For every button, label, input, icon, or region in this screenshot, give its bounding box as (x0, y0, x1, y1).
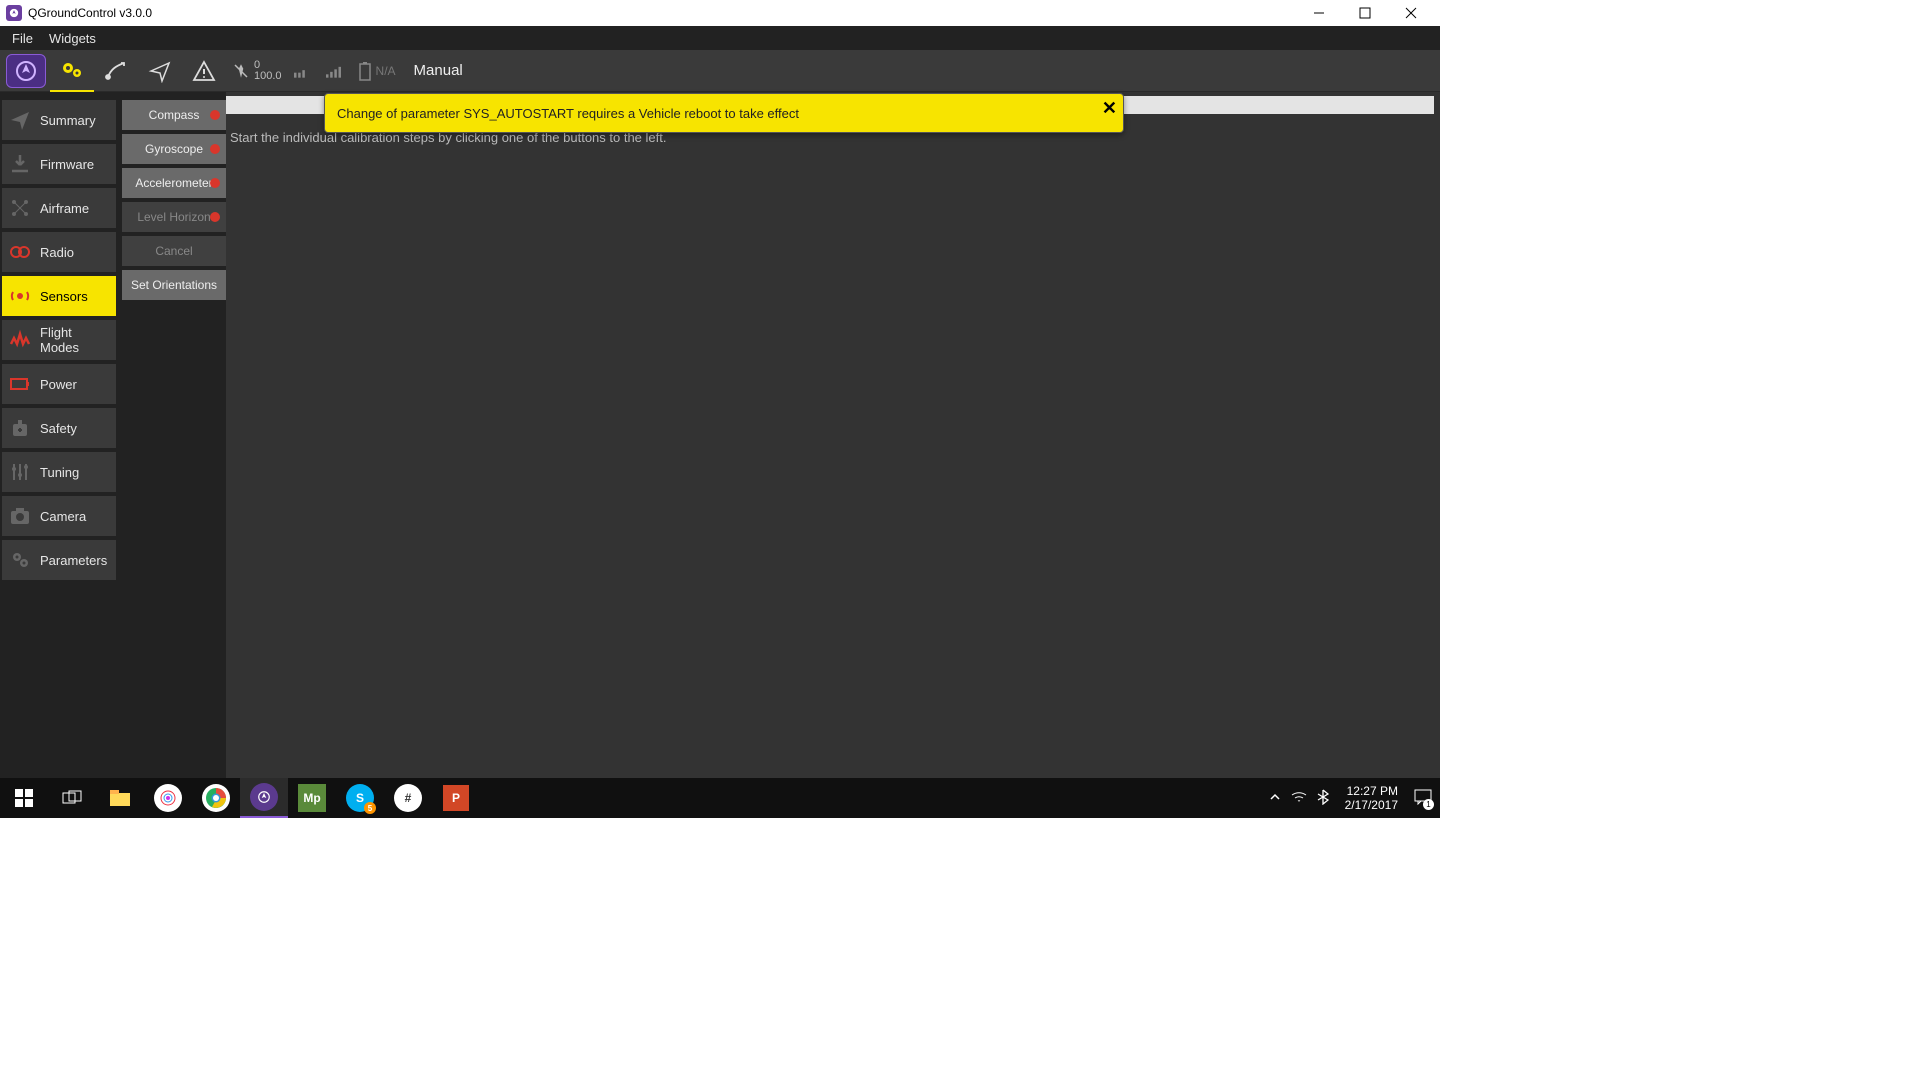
status-dot-icon (210, 144, 220, 154)
sensors-icon (8, 284, 32, 308)
powerpoint-taskbar-icon[interactable]: P (432, 778, 480, 818)
flight-mode-label[interactable]: Manual (402, 62, 475, 79)
action-center-badge: 1 (1423, 799, 1434, 810)
set-orientations-button[interactable]: Set Orientations (122, 270, 226, 300)
sidebar-item-airframe[interactable]: Airframe (2, 188, 116, 228)
status-dot-icon (210, 110, 220, 120)
signal-icon (320, 63, 352, 79)
app-icon (6, 5, 22, 21)
power-icon (8, 372, 32, 396)
tuning-icon (8, 460, 32, 484)
radio-icon (8, 240, 32, 264)
battery-status: N/A (352, 61, 402, 81)
sidebar-item-flight-modes[interactable]: Flight Modes (2, 320, 116, 360)
parameters-icon (8, 548, 32, 572)
waypoint-icon[interactable] (94, 50, 138, 92)
calibration-button-column: Compass Gyroscope Accelerometer Level Ho… (118, 92, 226, 778)
window-close-button[interactable] (1388, 0, 1434, 26)
task-view-button[interactable] (48, 778, 96, 818)
sidebar-item-label: Camera (40, 509, 86, 524)
menu-file[interactable]: File (4, 29, 41, 48)
content-area: Start the individual calibration steps b… (226, 92, 1440, 778)
window-minimize-button[interactable] (1296, 0, 1342, 26)
camera-icon (8, 504, 32, 528)
start-button[interactable] (0, 778, 48, 818)
status-dot-icon (210, 178, 220, 188)
menu-widgets[interactable]: Widgets (41, 29, 104, 48)
sidebar-item-radio[interactable]: Radio (2, 232, 116, 272)
tray-chevron-icon[interactable] (1269, 791, 1281, 806)
sidebar-item-camera[interactable]: Camera (2, 496, 116, 536)
plane-icon (8, 108, 32, 132)
sidebar-item-parameters[interactable]: Parameters (2, 540, 116, 580)
sidebar-item-tuning[interactable]: Tuning (2, 452, 116, 492)
itunes-taskbar-icon[interactable] (144, 778, 192, 818)
setup-sidebar: Summary Firmware Airframe Radio Sensors … (0, 92, 118, 778)
sidebar-item-label: Tuning (40, 465, 79, 480)
battery-label: N/A (376, 64, 396, 78)
clock-date: 2/17/2017 (1345, 798, 1398, 812)
sidebar-item-label: Safety (40, 421, 77, 436)
clock-time: 12:27 PM (1345, 784, 1398, 798)
windows-taskbar: Mp S5 # P 12:27 PM 2/17/2017 1 (0, 778, 1440, 818)
warning-icon[interactable] (182, 50, 226, 92)
sidebar-item-sensors[interactable]: Sensors (2, 276, 116, 316)
sidebar-item-label: Flight Modes (40, 325, 110, 355)
sidebar-item-label: Radio (40, 245, 74, 260)
plane-icon[interactable] (138, 50, 182, 92)
compass-button[interactable]: Compass (122, 100, 226, 130)
sidebar-item-firmware[interactable]: Firmware (2, 144, 116, 184)
download-icon (8, 152, 32, 176)
system-clock[interactable]: 12:27 PM 2/17/2017 (1339, 784, 1404, 812)
sidebar-item-label: Firmware (40, 157, 94, 172)
file-explorer-taskbar-icon[interactable] (96, 778, 144, 818)
cancel-button: Cancel (122, 236, 226, 266)
top-toolbar: 0 100.0 N/A Manual (0, 50, 1440, 92)
gps-hdop: 100.0 (254, 71, 282, 82)
sidebar-item-label: Power (40, 377, 77, 392)
chrome-taskbar-icon[interactable] (192, 778, 240, 818)
setup-gears-icon[interactable] (50, 50, 94, 92)
qgroundcontrol-taskbar-icon[interactable] (240, 778, 288, 818)
accelerometer-button[interactable]: Accelerometer (122, 168, 226, 198)
sidebar-item-label: Summary (40, 113, 96, 128)
sidebar-item-label: Parameters (40, 553, 107, 568)
window-titlebar: QGroundControl v3.0.0 (0, 0, 1440, 26)
sidebar-item-label: Airframe (40, 201, 89, 216)
window-maximize-button[interactable] (1342, 0, 1388, 26)
action-center-icon[interactable]: 1 (1414, 789, 1432, 808)
notification-close-button[interactable]: ✕ (1102, 98, 1117, 119)
status-dot-icon (210, 212, 220, 222)
notification-banner: Change of parameter SYS_AUTOSTART requir… (324, 93, 1124, 133)
telemetry-icon (288, 63, 320, 79)
airframe-icon (8, 196, 32, 220)
gps-stats: 0 100.0 (226, 60, 288, 82)
skype-badge: 5 (364, 802, 376, 814)
skype-taskbar-icon[interactable]: S5 (336, 778, 384, 818)
sidebar-item-label: Sensors (40, 289, 88, 304)
gyroscope-button[interactable]: Gyroscope (122, 134, 226, 164)
mission-planner-taskbar-icon[interactable]: Mp (288, 778, 336, 818)
level-horizon-button: Level Horizon (122, 202, 226, 232)
menubar: File Widgets (0, 26, 1440, 50)
gps-count: 0 (254, 60, 282, 71)
window-title: QGroundControl v3.0.0 (28, 6, 152, 20)
sidebar-item-summary[interactable]: Summary (2, 100, 116, 140)
bluetooth-icon[interactable] (1317, 789, 1329, 808)
wifi-icon[interactable] (1291, 790, 1307, 807)
sidebar-item-safety[interactable]: Safety (2, 408, 116, 448)
home-button[interactable] (6, 54, 46, 88)
safety-icon (8, 416, 32, 440)
sidebar-item-power[interactable]: Power (2, 364, 116, 404)
notification-text: Change of parameter SYS_AUTOSTART requir… (337, 106, 799, 121)
flight-modes-icon (8, 328, 32, 352)
slack-taskbar-icon[interactable]: # (384, 778, 432, 818)
